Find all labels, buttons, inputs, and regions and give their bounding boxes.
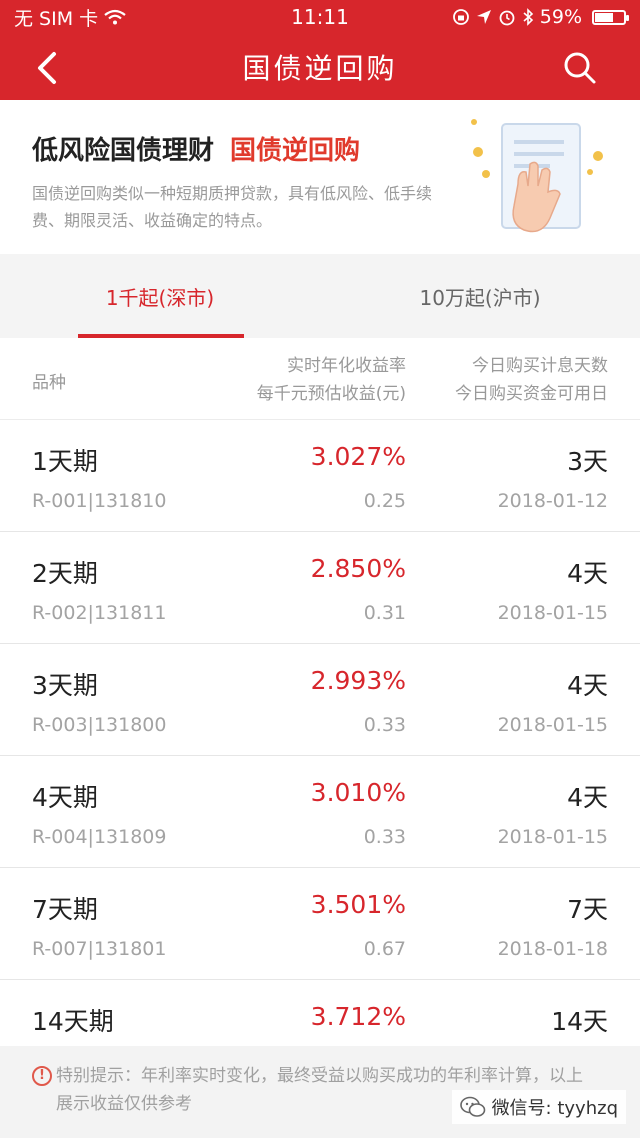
row-date: 2018-01-15 bbox=[497, 714, 608, 736]
header-yield: 实时年化收益率 每千元预估收益(元) bbox=[257, 352, 406, 408]
top-bar: 无 SIM 卡 11:11 59% 国债逆回购 bbox=[0, 0, 640, 100]
row-code: R-007|131801 bbox=[32, 938, 167, 960]
row-date: 2018-01-12 bbox=[497, 490, 608, 512]
row-code: R-002|131811 bbox=[32, 602, 167, 624]
location-icon bbox=[476, 10, 491, 24]
table-row[interactable]: 2天期 R-002|131811 2.850% 0.31 4天 2018-01-… bbox=[0, 532, 640, 644]
alarm-icon bbox=[499, 10, 515, 26]
row-gain: 0.67 bbox=[363, 938, 406, 960]
header-interest-days: 今日购买计息天数 bbox=[472, 356, 608, 376]
row-days: 4天 bbox=[567, 559, 608, 588]
wifi-icon bbox=[104, 9, 126, 25]
row-term: 4天期 bbox=[32, 783, 98, 812]
banner-headline: 低风险国债理财 bbox=[32, 136, 215, 166]
status-left: 无 SIM 卡 bbox=[14, 4, 126, 31]
row-days: 4天 bbox=[567, 783, 608, 812]
watermark-text: 微信号: tyyhzq bbox=[491, 1098, 618, 1119]
row-term: 14天期 bbox=[32, 1007, 114, 1036]
status-bar: 无 SIM 卡 11:11 59% bbox=[0, 0, 640, 34]
row-gain: 0.33 bbox=[363, 714, 406, 736]
row-rate: 3.027% bbox=[310, 442, 406, 471]
status-right: 59% bbox=[452, 6, 629, 28]
battery-percent: 59% bbox=[539, 6, 582, 28]
row-rate: 3.010% bbox=[310, 778, 406, 807]
row-code: R-003|131800 bbox=[32, 714, 167, 736]
row-date: 2018-01-15 bbox=[497, 602, 608, 624]
header-variety: 品种 bbox=[32, 373, 66, 393]
banner-highlight: 国债逆回购 bbox=[230, 136, 361, 166]
nav-bar: 国债逆回购 bbox=[0, 34, 640, 100]
repo-list: 1天期 R-001|131810 3.027% 0.25 3天 2018-01-… bbox=[0, 420, 640, 1092]
lock-rotation-icon bbox=[452, 9, 469, 25]
row-term: 7天期 bbox=[32, 895, 98, 924]
row-term: 2天期 bbox=[32, 559, 98, 588]
risk-notice: ! 特别提示：年利率实时变化，最终受益以购买成功的年利率计算，以上展示收益仅供参… bbox=[0, 1046, 640, 1138]
table-row[interactable]: 1天期 R-001|131810 3.027% 0.25 3天 2018-01-… bbox=[0, 420, 640, 532]
row-date: 2018-01-15 bbox=[497, 826, 608, 848]
row-days: 14天 bbox=[551, 1007, 608, 1036]
row-rate: 3.501% bbox=[310, 890, 406, 919]
tab-shenzhen[interactable]: 1千起(深市) bbox=[0, 254, 320, 338]
tab-shanghai[interactable]: 10万起(沪市) bbox=[320, 254, 640, 338]
market-tabs: 1千起(深市) 10万起(沪市) bbox=[0, 254, 640, 338]
battery-icon bbox=[592, 9, 629, 25]
warning-icon: ! bbox=[32, 1066, 52, 1086]
row-days: 7天 bbox=[567, 895, 608, 924]
header-days: 今日购买计息天数 今日购买资金可用日 bbox=[455, 352, 608, 408]
table-row[interactable]: 3天期 R-003|131800 2.993% 0.33 4天 2018-01-… bbox=[0, 644, 640, 756]
header-available-date: 今日购买资金可用日 bbox=[455, 384, 608, 404]
intro-banner: 低风险国债理财 国债逆回购 国债逆回购类似一种短期质押贷款，具有低风险、低手续费… bbox=[0, 100, 640, 254]
table-header: 品种 实时年化收益率 每千元预估收益(元) 今日购买计息天数 今日购买资金可用日 bbox=[0, 338, 640, 420]
carrier-label: 无 SIM 卡 bbox=[14, 7, 99, 30]
battery-level bbox=[595, 12, 613, 22]
row-date: 2018-01-18 bbox=[497, 938, 608, 960]
row-term: 3天期 bbox=[32, 671, 98, 700]
row-code: R-001|131810 bbox=[32, 490, 167, 512]
header-yield-gain: 每千元预估收益(元) bbox=[256, 384, 406, 404]
row-days: 3天 bbox=[567, 447, 608, 476]
row-rate: 3.712% bbox=[310, 1002, 406, 1031]
wechat-watermark: 微信号: tyyhzq bbox=[451, 1090, 626, 1124]
row-code: R-004|131809 bbox=[32, 826, 167, 848]
row-gain: 0.25 bbox=[363, 490, 406, 512]
back-button[interactable] bbox=[34, 48, 74, 88]
search-button[interactable] bbox=[560, 48, 600, 88]
chevron-left-icon bbox=[38, 52, 56, 84]
banner-description: 国债逆回购类似一种短期质押贷款，具有低风险、低手续费、期限灵活、收益确定的特点。 bbox=[32, 184, 433, 230]
row-gain: 0.31 bbox=[363, 602, 406, 624]
row-term: 1天期 bbox=[32, 447, 98, 476]
search-icon bbox=[564, 52, 596, 84]
table-row[interactable]: 4天期 R-004|131809 3.010% 0.33 4天 2018-01-… bbox=[0, 756, 640, 868]
row-rate: 2.993% bbox=[310, 666, 406, 695]
banner-heading: 低风险国债理财 国债逆回购 bbox=[32, 130, 360, 167]
row-rate: 2.850% bbox=[310, 554, 406, 583]
row-days: 4天 bbox=[567, 671, 608, 700]
document-hand-illustration bbox=[471, 119, 603, 233]
header-yield-rate: 实时年化收益率 bbox=[287, 356, 406, 376]
wechat-icon bbox=[459, 1096, 485, 1117]
table-row[interactable]: 7天期 R-007|131801 3.501% 0.67 7天 2018-01-… bbox=[0, 868, 640, 980]
bluetooth-icon bbox=[523, 8, 533, 26]
row-gain: 0.33 bbox=[363, 826, 406, 848]
page-title: 国债逆回购 bbox=[242, 52, 398, 85]
